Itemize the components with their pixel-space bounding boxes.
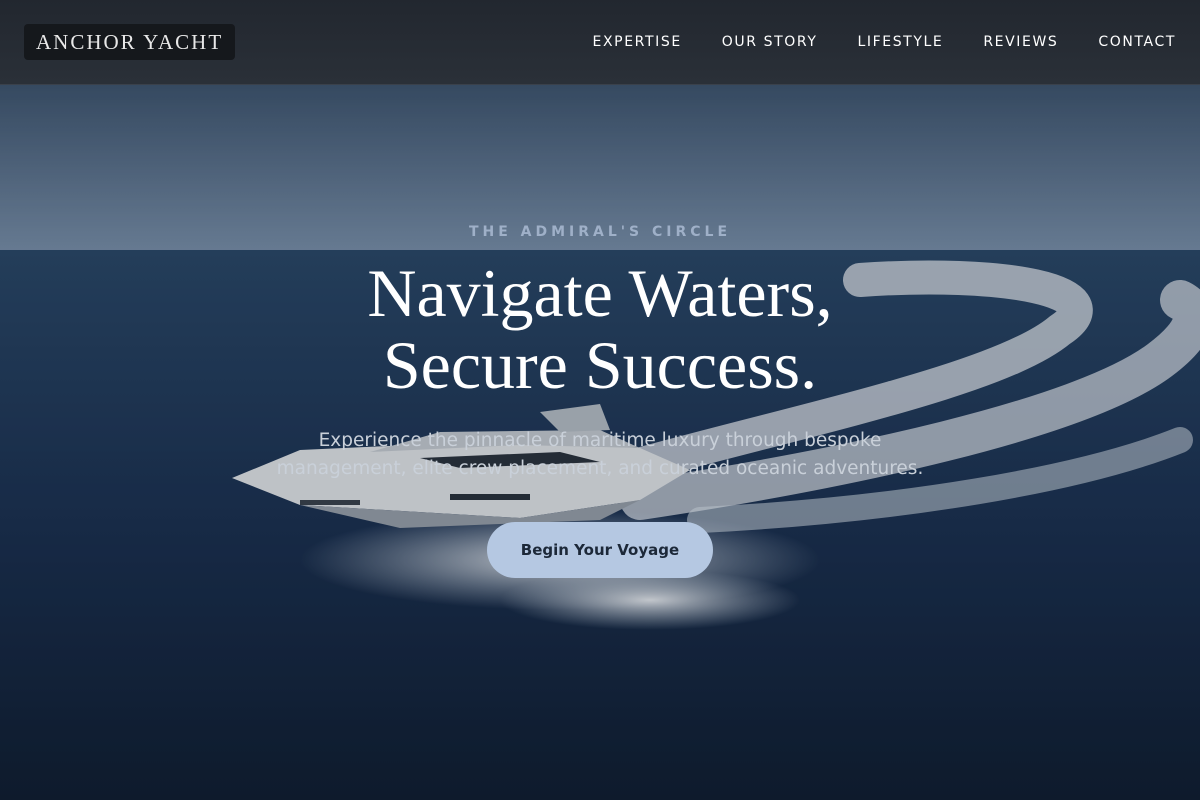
nav-item-lifestyle: LIFESTYLE [857,33,943,51]
hero-headline: Navigate Waters, Secure Success. [0,257,1200,401]
nav-menu: EXPERTISE OUR STORY LIFESTYLE REVIEWS CO… [593,33,1176,51]
brand-logo[interactable]: ANCHOR YACHT [24,24,236,60]
hero-section: THE ADMIRAL'S CIRCLE Navigate Waters, Se… [0,85,1200,800]
hero-headline-line2: Secure Success. [382,327,818,403]
nav-item-our-story: OUR STORY [722,33,818,51]
nav-link-lifestyle[interactable]: LIFESTYLE [857,34,943,50]
nav-item-expertise: EXPERTISE [593,33,682,51]
begin-voyage-button[interactable]: Begin Your Voyage [487,522,713,578]
nav-link-expertise[interactable]: EXPERTISE [593,34,682,50]
hero-subtitle: Experience the pinnacle of maritime luxu… [276,430,924,479]
nav-item-contact: CONTACT [1098,33,1176,51]
top-navigation-bar: ANCHOR YACHT EXPERTISE OUR STORY LIFESTY… [0,0,1200,85]
hero-eyebrow: THE ADMIRAL'S CIRCLE [468,224,732,240]
nav-link-contact[interactable]: CONTACT [1098,34,1176,50]
nav-link-our-story[interactable]: OUR STORY [722,34,818,50]
hero-headline-line1: Navigate Waters, [367,255,833,331]
nav-item-reviews: REVIEWS [983,33,1058,51]
nav-link-reviews[interactable]: REVIEWS [983,34,1058,50]
